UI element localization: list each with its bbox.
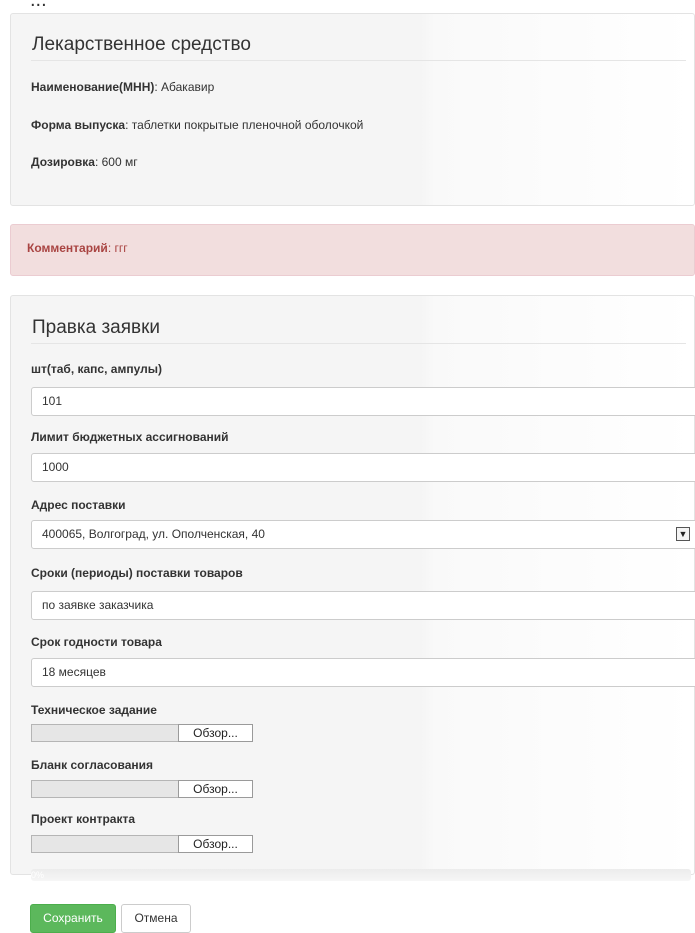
delivery-address-select[interactable]: 400065, Волгоград, ул. Ополченская, 40 ▼ — [31, 520, 695, 549]
quantity-input[interactable]: 101 — [31, 387, 695, 416]
shelf-life-value: 18 месяцев — [42, 665, 106, 679]
quantity-value: 101 — [42, 394, 63, 408]
edit-panel-divider — [31, 343, 686, 344]
drug-dose-value: 600 мг — [101, 155, 138, 169]
contract-draft-browse-button[interactable]: Обзор... — [178, 835, 253, 853]
delivery-terms-value: по заявке заказчика — [42, 598, 154, 612]
edit-panel-title: Правка заявки — [32, 317, 161, 338]
contract-draft-file-path[interactable] — [31, 835, 179, 853]
contract-draft-label: Проект контракта — [31, 812, 136, 826]
quantity-label: шт(таб, капс, ампулы) — [31, 362, 162, 376]
drug-panel-divider — [31, 60, 686, 61]
tech-spec-file-input[interactable]: Обзор... — [31, 724, 253, 742]
chevron-down-icon[interactable]: ▼ — [676, 527, 690, 541]
save-button[interactable]: Сохранить — [30, 904, 116, 933]
drug-form-line: Форма выпуска: таблетки покрытые пленочн… — [31, 118, 364, 132]
drug-dose-label: Дозировка — [31, 155, 95, 169]
approval-form-browse-button[interactable]: Обзор... — [178, 780, 253, 798]
tech-spec-browse-button[interactable]: Обзор... — [178, 724, 253, 742]
comment-alert: Комментарий: ггг — [10, 224, 695, 276]
budget-limit-label: Лимит бюджетных ассигнований — [31, 430, 229, 444]
budget-limit-value: 1000 — [42, 460, 69, 474]
drug-form-value: таблетки покрытые пленочной оболочкой — [131, 118, 364, 132]
drug-name-label: Наименование(МНН) — [31, 80, 155, 94]
delivery-address-label: Адрес поставки — [31, 498, 126, 512]
budget-limit-input[interactable]: 1000 — [31, 453, 695, 482]
comment-label: Комментарий — [27, 241, 108, 255]
drug-name-value: Абакавир — [161, 80, 215, 94]
shelf-life-input[interactable]: 18 месяцев — [31, 658, 695, 687]
drug-panel-title: Лекарственное средство — [32, 34, 251, 55]
upload-progress-bar: 0% — [31, 869, 691, 881]
drug-info-panel: Лекарственное средство Наименование(МНН)… — [10, 13, 695, 206]
comment-line: Комментарий: ггг — [27, 241, 128, 255]
approval-form-label: Бланк согласования — [31, 758, 154, 772]
delivery-address-value: 400065, Волгоград, ул. Ополченская, 40 — [42, 527, 265, 541]
drug-form-label: Форма выпуска — [31, 118, 126, 132]
drug-dose-line: Дозировка: 600 мг — [31, 155, 138, 169]
comment-value: ггг — [114, 241, 128, 255]
approval-form-file-input[interactable]: Обзор... — [31, 780, 253, 798]
tech-spec-file-path[interactable] — [31, 724, 179, 742]
edit-request-panel: Правка заявки шт(таб, капс, ампулы) 101 … — [10, 295, 695, 881]
contract-draft-file-input[interactable]: Обзор... — [31, 835, 253, 853]
upload-progress-text: 0% — [31, 870, 45, 880]
approval-form-file-path[interactable] — [31, 780, 179, 798]
cancel-button[interactable]: Отмена — [121, 904, 191, 933]
tech-spec-label: Техническое задание — [31, 703, 157, 717]
drug-name-line: Наименование(МНН): Абакавир — [31, 80, 215, 94]
delivery-terms-input[interactable]: по заявке заказчика — [31, 591, 695, 620]
page-heading-partial: ... — [30, 0, 47, 11]
shelf-life-label: Срок годности товара — [31, 635, 162, 649]
page-heading-cutoff: ... — [0, 0, 695, 12]
delivery-terms-label: Сроки (периоды) поставки товаров — [31, 566, 243, 580]
